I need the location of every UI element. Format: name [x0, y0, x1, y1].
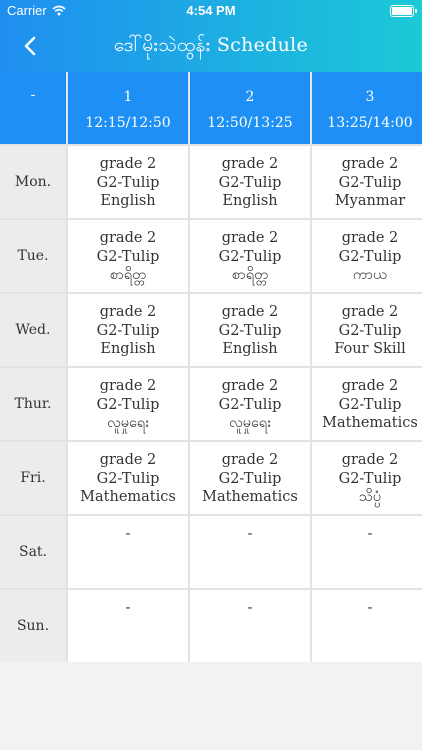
cell-subject: လူမှုရေး [107, 415, 149, 431]
period-time: 13:25/14:00 [327, 115, 413, 131]
day-label: Fri. [0, 442, 66, 514]
day-label: Sat. [0, 516, 66, 588]
period-number: 3 [365, 89, 375, 105]
nav-header: Carrier 4:54 PM ဒေါ်မိုးသဲထွန်း Schedule [0, 0, 422, 72]
schedule-cell[interactable]: grade 2 G2-Tulip သိပ္ပံ [312, 442, 422, 514]
schedule-cell[interactable]: grade 2 G2-Tulip English [190, 294, 310, 366]
status-bar: Carrier 4:54 PM [0, 0, 422, 22]
schedule-cell[interactable]: grade 2 G2-Tulip လူမှုရေး [68, 368, 188, 440]
cell-grade: grade 2 [341, 230, 399, 246]
schedule-cell[interactable]: grade 2 G2-Tulip Myanmar [312, 146, 422, 218]
cell-grade: grade 2 [341, 156, 399, 172]
status-time: 4:54 PM [186, 3, 236, 18]
cell-grade: grade 2 [221, 378, 279, 394]
cell-subject: လူမှုရေး [229, 415, 271, 431]
cell-section: G2-Tulip [96, 322, 160, 339]
cell-grade: - [367, 600, 373, 616]
schedule-cell[interactable]: - [312, 590, 422, 662]
day-label: Mon. [0, 146, 66, 218]
cell-section: G2-Tulip [218, 470, 282, 487]
cell-subject: Mathematics [80, 489, 176, 505]
schedule-cell[interactable]: - [190, 516, 310, 588]
period-number: 2 [245, 89, 255, 105]
schedule-cell[interactable]: grade 2 G2-Tulip Mathematics [312, 368, 422, 440]
cell-section: G2-Tulip [96, 248, 160, 265]
cell-subject: Myanmar [334, 193, 406, 209]
cell-section: G2-Tulip [218, 174, 282, 191]
cell-section: G2-Tulip [338, 396, 402, 413]
schedule-cell[interactable]: - [190, 590, 310, 662]
cell-section: G2-Tulip [218, 248, 282, 265]
cell-grade: - [125, 526, 131, 542]
cell-subject: English [222, 341, 278, 357]
cell-grade: grade 2 [221, 230, 279, 246]
schedule-cell[interactable]: grade 2 G2-Tulip English [190, 146, 310, 218]
schedule-cell[interactable]: grade 2 G2-Tulip Four Skill [312, 294, 422, 366]
cell-subject: စာရိတ္တ [109, 267, 147, 283]
cell-section: G2-Tulip [96, 396, 160, 413]
schedule-cell[interactable]: grade 2 G2-Tulip Mathematics [68, 442, 188, 514]
cell-subject: ကာယ [352, 267, 388, 283]
period-header-2: 2 12:50/13:25 [190, 72, 310, 144]
battery-icon [390, 5, 417, 17]
schedule-cell[interactable]: grade 2 G2-Tulip English [68, 294, 188, 366]
schedule-grid: - 1 12:15/12:50 2 12:50/13:25 3 13:25/14… [0, 72, 422, 662]
cell-grade: grade 2 [221, 452, 279, 468]
cell-grade: grade 2 [341, 452, 399, 468]
cell-grade: grade 2 [341, 304, 399, 320]
cell-subject: Mathematics [202, 489, 298, 505]
page-title: ဒေါ်မိုးသဲထွန်း Schedule [113, 34, 309, 56]
schedule-cell[interactable]: grade 2 G2-Tulip English [68, 146, 188, 218]
schedule-cell[interactable]: grade 2 G2-Tulip စာရိတ္တ [190, 220, 310, 292]
schedule-cell[interactable]: grade 2 G2-Tulip ကာယ [312, 220, 422, 292]
cell-grade: grade 2 [99, 452, 157, 468]
schedule-cell[interactable]: grade 2 G2-Tulip လူမှုရေး [190, 368, 310, 440]
schedule-cell[interactable]: grade 2 G2-Tulip Mathematics [190, 442, 310, 514]
cell-subject: Mathematics [322, 415, 418, 431]
schedule-cell[interactable]: grade 2 G2-Tulip စာရိတ္တ [68, 220, 188, 292]
cell-grade: - [247, 526, 253, 542]
cell-section: G2-Tulip [338, 248, 402, 265]
cell-grade: grade 2 [99, 156, 157, 172]
cell-section: G2-Tulip [338, 470, 402, 487]
day-label: Tue. [0, 220, 66, 292]
period-time: 12:50/13:25 [207, 115, 293, 131]
day-label: Sun. [0, 590, 66, 662]
schedule-cell[interactable]: - [312, 516, 422, 588]
cell-section: G2-Tulip [96, 470, 160, 487]
cell-grade: grade 2 [221, 156, 279, 172]
schedule-cell[interactable]: - [68, 516, 188, 588]
period-header-1: 1 12:15/12:50 [68, 72, 188, 144]
period-header-3: 3 13:25/14:00 [312, 72, 422, 144]
cell-subject: သိပ္ပံ [358, 489, 382, 505]
cell-grade: grade 2 [341, 378, 399, 394]
cell-section: G2-Tulip [96, 174, 160, 191]
cell-grade: grade 2 [99, 378, 157, 394]
cell-subject: English [100, 193, 156, 209]
period-time: 12:15/12:50 [85, 115, 171, 131]
cell-grade: - [367, 526, 373, 542]
cell-subject: Four Skill [334, 341, 406, 357]
day-label: Wed. [0, 294, 66, 366]
cell-section: G2-Tulip [338, 174, 402, 191]
schedule-cell[interactable]: - [68, 590, 188, 662]
cell-grade: grade 2 [221, 304, 279, 320]
cell-subject: English [222, 193, 278, 209]
cell-subject: စာရိတ္တ [231, 267, 269, 283]
cell-section: G2-Tulip [218, 396, 282, 413]
cell-section: G2-Tulip [218, 322, 282, 339]
cell-grade: grade 2 [99, 230, 157, 246]
period-number: 1 [123, 89, 133, 105]
header-corner: - [0, 72, 66, 144]
cell-grade: - [247, 600, 253, 616]
day-label: Thur. [0, 368, 66, 440]
cell-grade: grade 2 [99, 304, 157, 320]
cell-grade: - [125, 600, 131, 616]
header-corner-label: - [30, 87, 36, 103]
cell-subject: English [100, 341, 156, 357]
cell-section: G2-Tulip [338, 322, 402, 339]
